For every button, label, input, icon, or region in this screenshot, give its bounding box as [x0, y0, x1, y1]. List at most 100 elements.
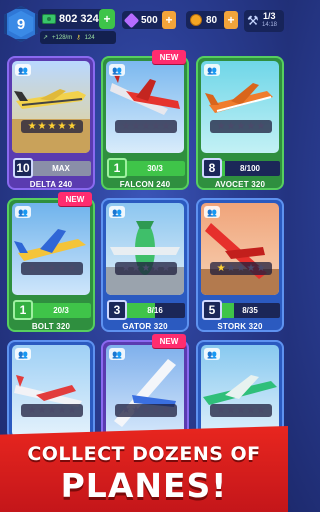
new-tag-falcon: NEW — [152, 50, 186, 64]
star-icon: ★ — [131, 404, 141, 416]
star-icon: ★ — [141, 262, 151, 274]
star-icon: ★ — [27, 262, 37, 274]
star-icon: ★ — [67, 404, 77, 416]
star-icon: ★ — [37, 120, 47, 132]
star-icon: ★ — [47, 262, 57, 274]
star-icon: ★ — [47, 404, 57, 416]
plane-level: 1 — [107, 158, 127, 178]
star-icon: ★ — [216, 404, 226, 416]
crew-icon: 👥 — [204, 64, 220, 76]
star-rating: ★ ★ ★ ★ ★ — [210, 404, 272, 417]
top-hud: 9 802 324 + ↗ +128/m ⚷ 124 500 + 80 + ⚒ … — [0, 0, 288, 48]
plane-card-locked-3[interactable]: 👥 ★ ★ ★ ★ ★ — [196, 340, 284, 440]
star-icon: ★ — [256, 262, 266, 274]
star-icon: ★ — [216, 262, 226, 274]
crew-icon: 👥 — [109, 64, 125, 76]
star-icon: ★ — [27, 120, 37, 132]
star-icon: ★ — [57, 120, 67, 132]
plane-level: 5 — [202, 300, 222, 320]
star-icon: ★ — [246, 120, 256, 132]
income-rate: +128/m — [52, 34, 73, 41]
upgrade-progress: 8/35 — [220, 303, 280, 318]
money-upgrade-button[interactable]: + — [99, 9, 115, 29]
plane-card-avocet[interactable]: 👥 ★ ★ ★ ★ ★ 8 8/100 AVOCET 320 — [196, 56, 284, 190]
buy-coins-button[interactable]: + — [224, 11, 238, 29]
star-rating: ★ ★ ★ ★ ★ — [21, 262, 83, 275]
upgrade-progress: 20/3 — [31, 303, 91, 318]
star-rating: ★ ★ ★ ★ ★ — [21, 404, 83, 417]
crew-icon: 👥 — [15, 348, 31, 360]
crew-icon: 👥 — [204, 348, 220, 360]
plane-name: GATOR 320 — [122, 322, 168, 331]
star-icon: ★ — [141, 404, 151, 416]
plane-card-bolt[interactable]: 👥 ★ ★ ★ ★ ★ 1 20/3 BOLT 320 — [7, 198, 95, 332]
star-icon: ★ — [151, 262, 161, 274]
plane-card-locked-2[interactable]: 👥 ★ ★ ★ ★ ★ — [101, 340, 189, 440]
star-icon: ★ — [161, 120, 171, 132]
plane-level: 1 — [13, 300, 33, 320]
plane-name: STORK 320 — [217, 322, 263, 331]
star-icon: ★ — [57, 404, 67, 416]
gem-icon — [123, 12, 140, 28]
star-icon: ★ — [226, 262, 236, 274]
plane-card-falcon[interactable]: 👥 ★ ★ ★ ★ ★ 1 30/3 FALCON 240 — [101, 56, 189, 190]
star-rating: ★ ★ ★ ★ ★ — [21, 120, 83, 133]
star-icon: ★ — [226, 120, 236, 132]
star-icon: ★ — [67, 262, 77, 274]
star-icon: ★ — [226, 404, 236, 416]
money-value: 802 324 — [59, 13, 99, 25]
coin-icon — [190, 14, 202, 26]
energy-timer: 14:18 — [262, 22, 278, 28]
star-icon: ★ — [161, 404, 171, 416]
star-icon: ★ — [256, 404, 266, 416]
crew-icon: 👥 — [204, 206, 220, 218]
new-tag-bolt: NEW — [58, 192, 92, 206]
promo-headline: COLLECT DOZENS OF — [27, 443, 261, 465]
key-icon: ⚷ — [76, 35, 81, 41]
star-icon: ★ — [37, 262, 47, 274]
upgrade-progress: MAX — [31, 161, 91, 176]
upgrade-progress: 8/16 — [125, 303, 185, 318]
crew-icon: 👥 — [15, 206, 31, 218]
income-stats: ↗ +128/m ⚷ 124 — [40, 31, 116, 44]
player-level-number: 9 — [16, 15, 26, 33]
buy-gems-button[interactable]: + — [162, 11, 176, 29]
star-icon: ★ — [27, 404, 37, 416]
star-icon: ★ — [161, 262, 171, 274]
star-icon: ★ — [67, 120, 77, 132]
star-icon: ★ — [236, 404, 246, 416]
star-icon: ★ — [151, 404, 161, 416]
star-icon: ★ — [256, 120, 266, 132]
star-rating: ★ ★ ★ ★ ★ — [115, 404, 177, 417]
gem-count: 500 — [141, 14, 158, 26]
upgrade-progress: 30/3 — [125, 161, 185, 176]
star-icon: ★ — [246, 262, 256, 274]
key-count: 124 — [84, 34, 95, 41]
plane-name: AVOCET 320 — [214, 180, 266, 189]
new-tag-locked-2: NEW — [152, 334, 186, 348]
plane-name: FALCON 240 — [119, 180, 171, 189]
plane-card-delta[interactable]: 👥 ★ ★ ★ ★ ★ 10 MAX DELTA 240 — [7, 56, 95, 190]
player-level-badge[interactable]: 9 — [4, 6, 38, 42]
plane-card-stork[interactable]: 👥 ★ ★ ★ ★ ★ 5 8/35 STORK 320 — [196, 198, 284, 332]
star-rating: ★ ★ ★ ★ ★ — [210, 120, 272, 133]
star-rating: ★ ★ ★ ★ ★ — [115, 262, 177, 275]
crew-icon: 👥 — [15, 64, 31, 76]
star-icon: ★ — [141, 120, 151, 132]
star-icon: ★ — [246, 404, 256, 416]
star-icon: ★ — [151, 120, 161, 132]
plane-card-locked-1[interactable]: 👥 ★ ★ ★ ★ ★ — [7, 340, 95, 440]
star-icon: ★ — [216, 120, 226, 132]
star-icon: ★ — [57, 262, 67, 274]
plane-level: 10 — [13, 158, 33, 178]
energy-counter[interactable]: ⚒ 1/3 14:18 — [244, 10, 284, 32]
plane-level: 8 — [202, 158, 222, 178]
plane-name: DELTA 240 — [29, 180, 73, 189]
star-icon: ★ — [236, 262, 246, 274]
star-icon: ★ — [131, 262, 141, 274]
hammer-icon: ⚒ — [247, 13, 259, 28]
star-rating: ★ ★ ★ ★ ★ — [115, 120, 177, 133]
cash-icon — [42, 14, 56, 24]
plane-card-gator[interactable]: 👥 ★ ★ ★ ★ ★ 3 8/16 GATOR 320 — [101, 198, 189, 332]
crew-icon: 👥 — [109, 206, 125, 218]
